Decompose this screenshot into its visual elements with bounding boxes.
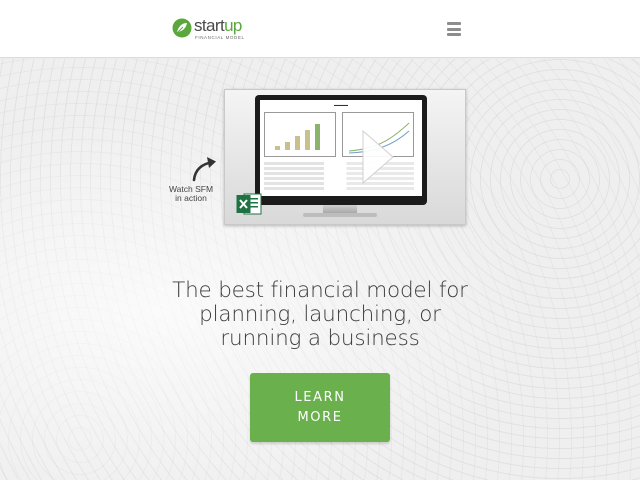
watch-caption-line2: in action [175, 193, 207, 203]
hamburger-menu-icon[interactable] [444, 21, 464, 37]
learn-more-line2: MORE [297, 410, 343, 425]
startup-logo[interactable]: startup FINANCIAL MODEL [172, 16, 252, 43]
monitor-base [303, 213, 377, 217]
hero-headline: The best financial model for planning, l… [160, 279, 480, 351]
logo-word-accent: up [224, 16, 242, 35]
logo-wordmark: startup [194, 16, 242, 36]
headline-line2: planning, launching, or [199, 302, 441, 327]
mini-bar-chart [264, 112, 336, 157]
screen-title-bar: ▬▬▬▬ [334, 103, 348, 107]
watch-caption: Watch SFM in action [164, 185, 218, 203]
excel-icon [236, 193, 262, 215]
site-header: startup FINANCIAL MODEL [0, 0, 640, 58]
leaf-logo-icon [172, 18, 192, 38]
logo-tagline: FINANCIAL MODEL [195, 35, 245, 40]
monitor-stand [323, 205, 357, 213]
headline-line3: running a business [220, 326, 420, 351]
learn-more-button[interactable]: LEARN MORE [250, 373, 390, 442]
headline-line1: The best financial model for [172, 278, 468, 303]
curved-arrow-icon [192, 157, 216, 182]
logo-word-main: start [194, 16, 225, 35]
video-thumbnail[interactable]: ▬▬▬▬ [224, 89, 466, 225]
learn-more-line1: LEARN [294, 390, 346, 405]
monitor-illustration: ▬▬▬▬ [255, 95, 427, 205]
spreadsheet-screen: ▬▬▬▬ [260, 100, 422, 196]
play-icon[interactable] [359, 129, 395, 185]
